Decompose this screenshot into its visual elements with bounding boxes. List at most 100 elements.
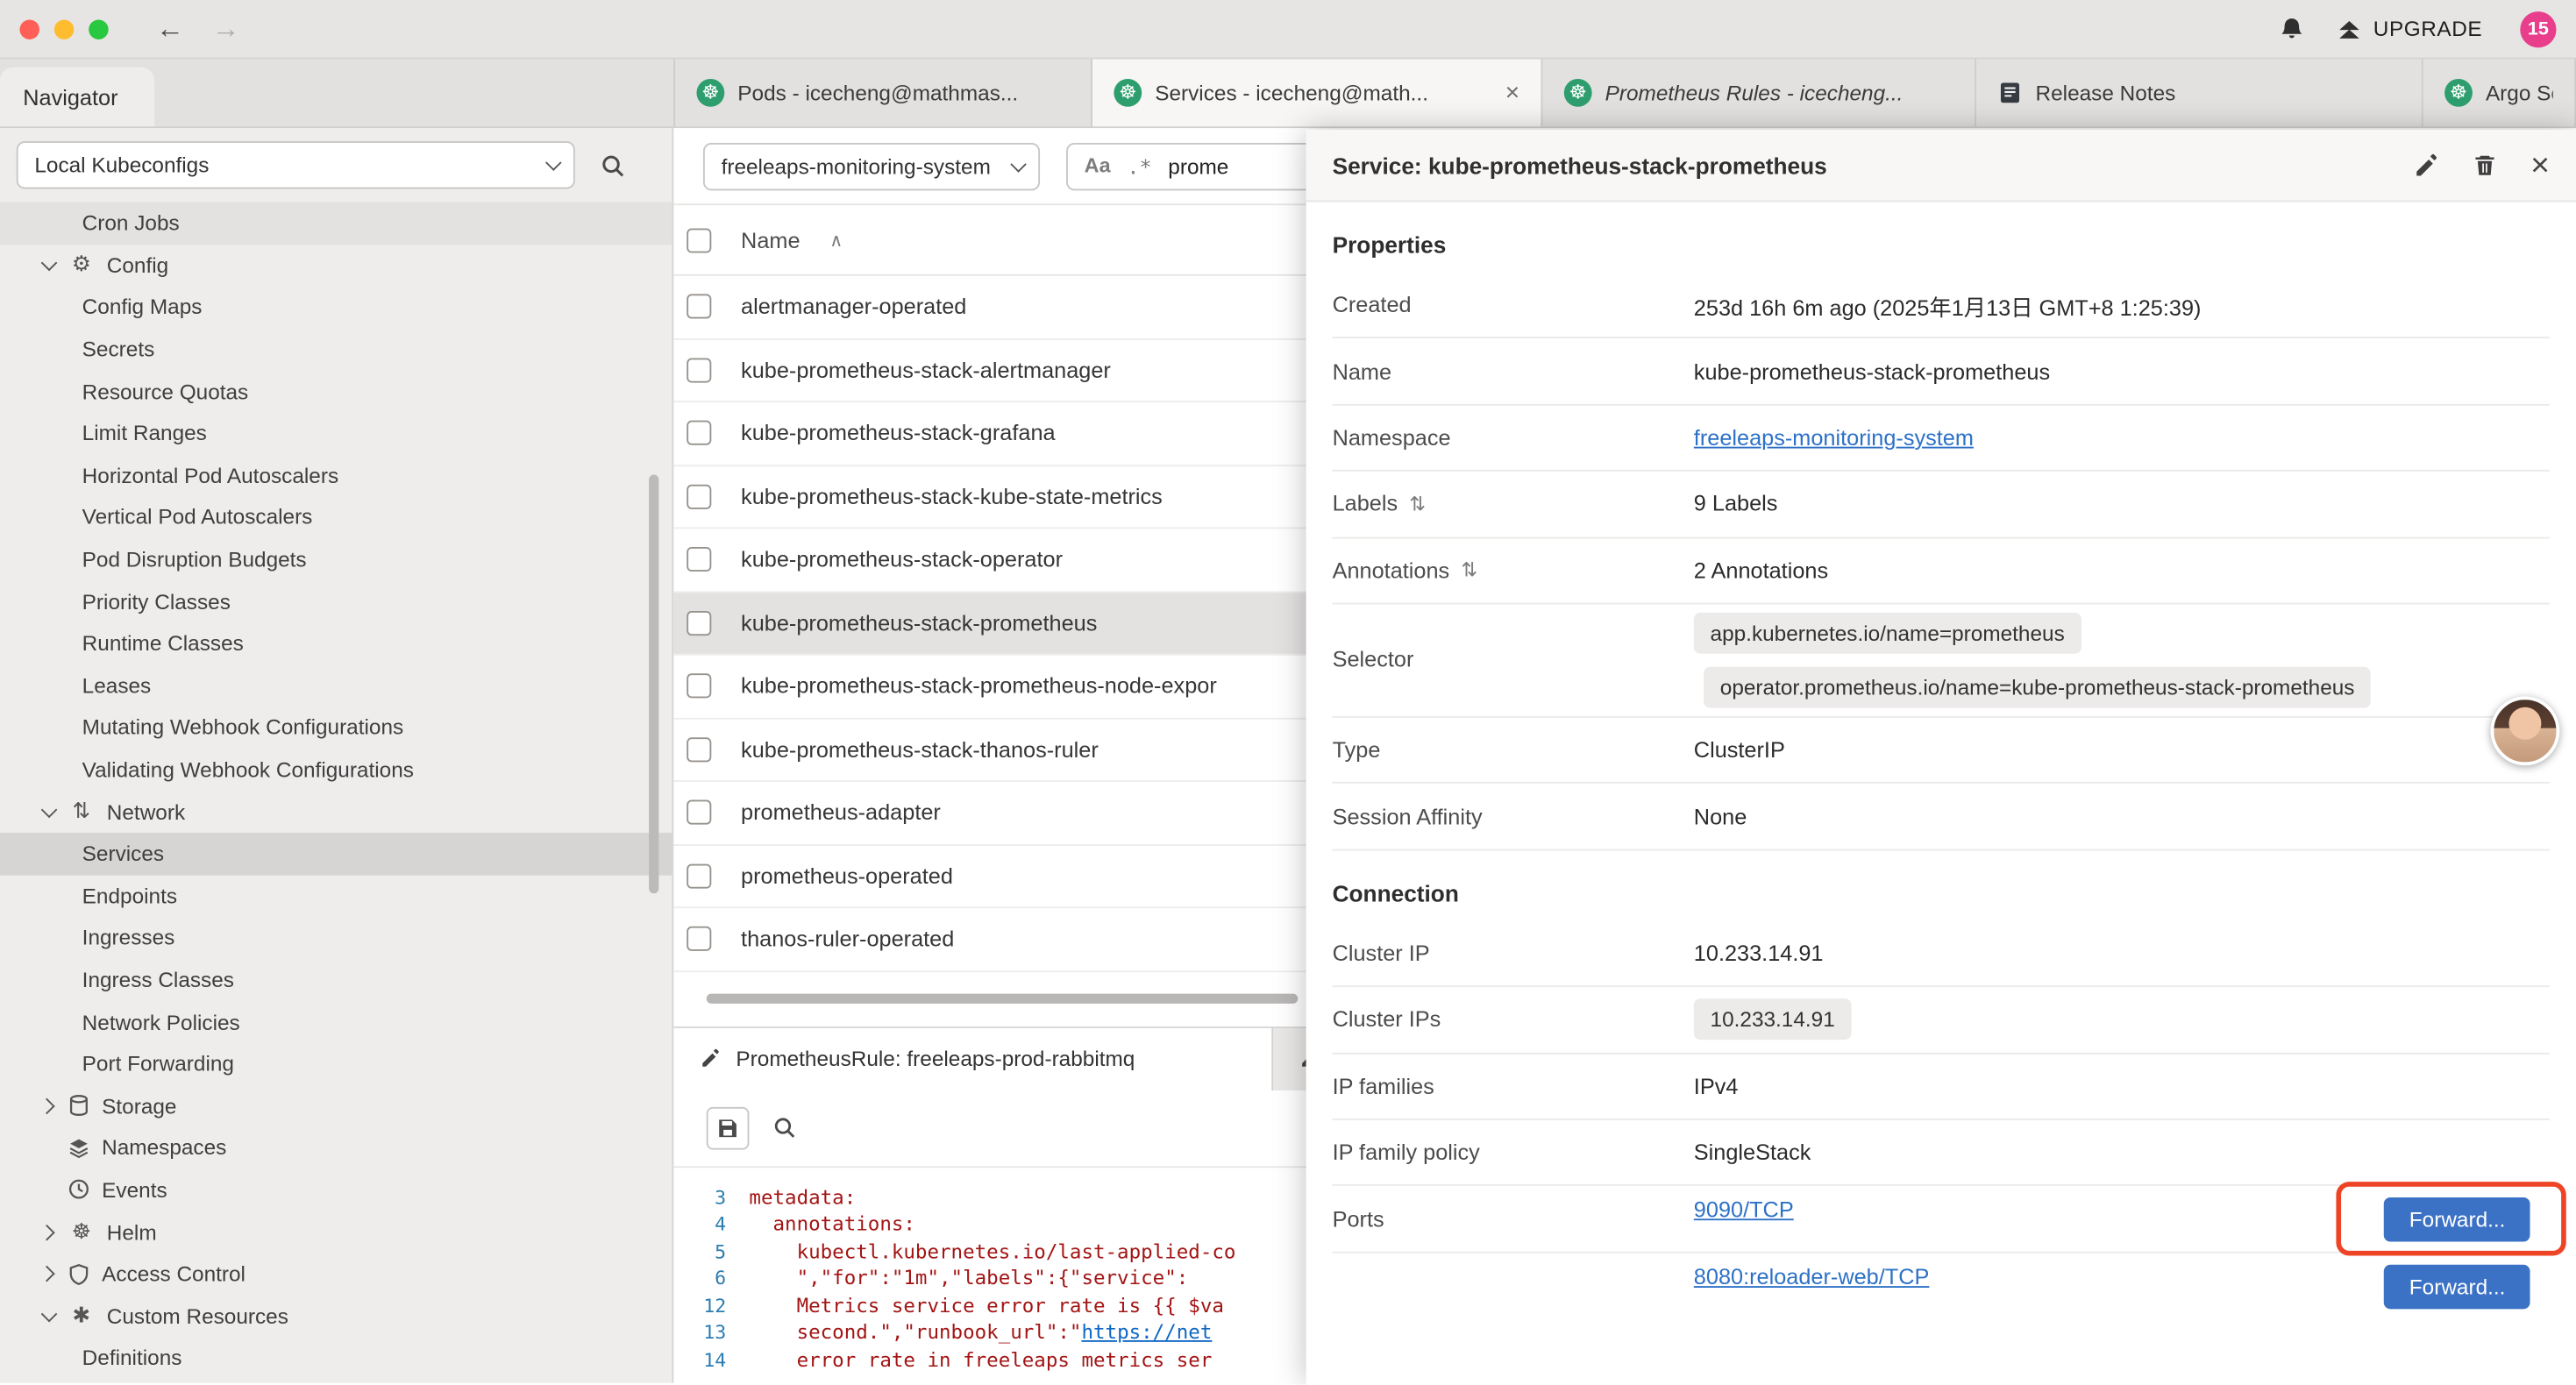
tab-release-notes[interactable]: Release Notes: [1976, 59, 2423, 126]
row-labels: Labels⇅9 Labels: [1333, 472, 2550, 538]
sidebar-item-label: Config: [107, 252, 168, 277]
row-checkbox[interactable]: [687, 863, 711, 888]
sidebar-item-secrets[interactable]: Secrets: [0, 328, 672, 370]
service-name: kube-prometheus-stack-prometheus-node-ex…: [741, 674, 1217, 699]
sidebar-item-label: Custom Resources: [107, 1303, 288, 1328]
sidebar-item-limit-ranges[interactable]: Limit Ranges: [0, 412, 672, 454]
tab-prometheus-rules-icecheng[interactable]: ☸Prometheus Rules - icecheng...: [1542, 59, 1976, 126]
row-ports: Ports9090/TCPForward...: [1333, 1186, 2550, 1254]
tab-pods-icecheng-mathmas[interactable]: ☸Pods - icecheng@mathmas...: [673, 59, 1092, 126]
sidebar-item-namespaces[interactable]: Namespaces: [0, 1126, 672, 1168]
port-forward-button[interactable]: Forward...: [2385, 1265, 2530, 1310]
notifications-bell-icon[interactable]: [2278, 16, 2304, 42]
port-forward-button[interactable]: Forward...: [2385, 1197, 2530, 1242]
row-checkbox[interactable]: [687, 484, 711, 508]
sidebar-item-helm[interactable]: ☸Helm: [0, 1211, 672, 1253]
service-name: prometheus-adapter: [741, 800, 941, 825]
sidebar-search-icon[interactable]: [600, 152, 626, 178]
regex-toggle[interactable]: .*: [1127, 153, 1151, 178]
sidebar-item-services[interactable]: Services: [0, 833, 672, 875]
close-tab-icon[interactable]: ×: [1496, 79, 1520, 107]
forward-button[interactable]: →: [205, 15, 246, 43]
close-window-button[interactable]: [19, 19, 39, 39]
line-number: 3: [673, 1185, 749, 1208]
port-link[interactable]: 9090/TCP: [1694, 1197, 1794, 1222]
property-label: Type: [1333, 738, 1694, 763]
dock-tab-prometheusrule[interactable]: PrometheusRule: freeleaps-prod-rabbitmq: [673, 1027, 1273, 1090]
row-checkbox[interactable]: [687, 547, 711, 572]
save-button[interactable]: [707, 1106, 750, 1149]
sidebar-item-leases[interactable]: Leases: [0, 664, 672, 707]
sidebar-scrollbar[interactable]: [649, 475, 658, 894]
unfold-icon[interactable]: ⇅: [1461, 559, 1477, 582]
property-value: None: [1694, 804, 2550, 828]
sidebar-item-priority-classes[interactable]: Priority Classes: [0, 580, 672, 622]
namespace-link[interactable]: freeleaps-monitoring-system: [1694, 425, 1974, 450]
port-link[interactable]: 8080:reloader-web/TCP: [1694, 1265, 1930, 1289]
navigator-header: Navigator: [0, 59, 673, 126]
editor-search-icon[interactable]: [772, 1115, 797, 1140]
sidebar-item-access-control[interactable]: Access Control: [0, 1253, 672, 1295]
sidebar-item-port-forwarding[interactable]: Port Forwarding: [0, 1043, 672, 1085]
property-label: Created: [1333, 293, 1694, 317]
sidebar-item-validating-webhook-configurations[interactable]: Validating Webhook Configurations: [0, 749, 672, 791]
close-panel-button[interactable]: ×: [2530, 149, 2550, 181]
row-created: Created253d 16h 6m ago (2025年1月13日 GMT+8…: [1333, 273, 2550, 339]
sidebar-item-ingress-classes[interactable]: Ingress Classes: [0, 959, 672, 1001]
app-window: ← → UPGRADE 15 Navigator ☸Pods - icechen…: [0, 0, 2576, 1385]
row-checkbox[interactable]: [687, 295, 711, 319]
row-checkbox[interactable]: [687, 611, 711, 636]
row-checkbox[interactable]: [687, 800, 711, 825]
minimize-window-button[interactable]: [54, 19, 74, 39]
sidebar-item-config[interactable]: ⚙Config: [0, 244, 672, 286]
sidebar-item-label: Events: [102, 1177, 167, 1202]
sidebar-item-network[interactable]: ⇅Network: [0, 791, 672, 833]
sidebar-item-label: Validating Webhook Configurations: [82, 757, 414, 782]
row-checkbox[interactable]: [687, 421, 711, 445]
sidebar-item-events[interactable]: Events: [0, 1168, 672, 1211]
sidebar-item-endpoints[interactable]: Endpoints: [0, 875, 672, 917]
sidebar-item-label: Mutating Webhook Configurations: [82, 715, 404, 740]
sidebar-item-horizontal-pod-autoscalers[interactable]: Horizontal Pod Autoscalers: [0, 454, 672, 496]
chevron-right-icon: [36, 1226, 55, 1238]
sidebar-item-cron-jobs[interactable]: Cron Jobs: [0, 202, 672, 244]
sidebar-item-label: Leases: [82, 673, 152, 698]
row-checkbox[interactable]: [687, 674, 711, 699]
back-button[interactable]: ←: [150, 15, 191, 43]
property-value: 10.233.14.91: [1694, 941, 2550, 965]
navigator-sidebar: Local Kubeconfigs Cron Jobs⚙ConfigConfig…: [0, 128, 673, 1383]
unfold-icon[interactable]: ⇅: [1409, 493, 1426, 515]
sidebar-item-storage[interactable]: Storage: [0, 1085, 672, 1127]
name-column-header[interactable]: Name: [741, 228, 800, 252]
sidebar-item-resource-quotas[interactable]: Resource Quotas: [0, 370, 672, 412]
tab-services-icecheng-math[interactable]: ☸Services - icecheng@math...×: [1092, 59, 1542, 126]
match-case-toggle[interactable]: Aa: [1085, 154, 1111, 177]
row-checkbox[interactable]: [687, 737, 711, 762]
row-checkbox[interactable]: [687, 358, 711, 382]
sidebar-item-runtime-classes[interactable]: Runtime Classes: [0, 622, 672, 664]
select-all-checkbox[interactable]: [687, 228, 711, 252]
tab-argo-se[interactable]: ☸Argo Se: [2423, 59, 2576, 126]
row-checkbox[interactable]: [687, 927, 711, 951]
sidebar-item-pod-disruption-budgets[interactable]: Pod Disruption Budgets: [0, 538, 672, 580]
sidebar-item-custom-resources[interactable]: ✱Custom Resources: [0, 1295, 672, 1337]
chevron-down-icon: [36, 1310, 55, 1322]
sidebar-item-definitions[interactable]: Definitions: [0, 1337, 672, 1379]
sidebar-item-network-policies[interactable]: Network Policies: [0, 1001, 672, 1043]
sort-ascending-icon[interactable]: ∧: [829, 229, 843, 250]
upgrade-button[interactable]: UPGRADE: [2336, 16, 2482, 42]
namespace-filter[interactable]: freeleaps-monitoring-system: [703, 142, 1040, 189]
sidebar-item-vertical-pod-autoscalers[interactable]: Vertical Pod Autoscalers: [0, 496, 672, 538]
details-header: Service: kube-prometheus-stack-prometheu…: [1306, 130, 2576, 202]
sidebar-item-config-maps[interactable]: Config Maps: [0, 286, 672, 328]
edit-button[interactable]: [2414, 152, 2440, 178]
sidebar-item-ingresses[interactable]: Ingresses: [0, 917, 672, 959]
delete-button[interactable]: [2473, 153, 2498, 177]
sidebar-item-mutating-webhook-configurations[interactable]: Mutating Webhook Configurations: [0, 707, 672, 749]
kubeconfig-selector[interactable]: Local Kubeconfigs: [17, 141, 575, 188]
chevron-down-icon: [36, 259, 55, 271]
notification-count-badge[interactable]: 15: [2520, 11, 2556, 46]
list-horizontal-scrollbar[interactable]: [707, 993, 1299, 1003]
user-avatar[interactable]: [2491, 696, 2560, 765]
zoom-window-button[interactable]: [89, 19, 108, 39]
